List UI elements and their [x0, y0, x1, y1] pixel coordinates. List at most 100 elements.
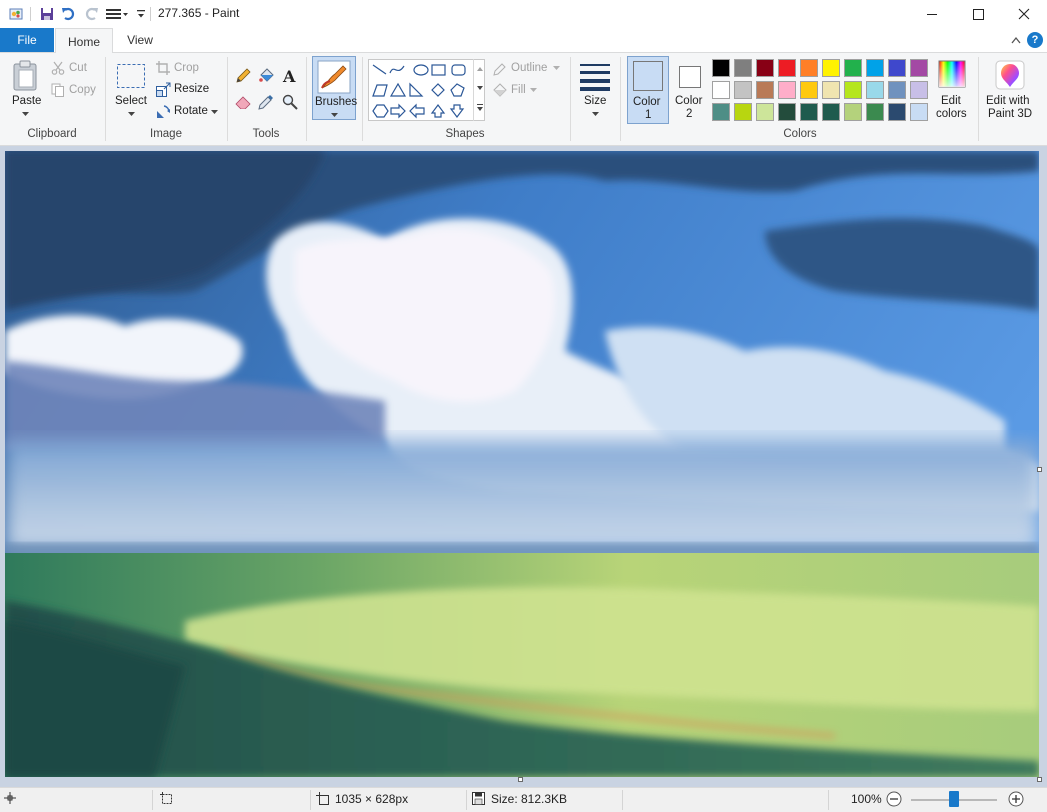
pencil-icon[interactable]	[234, 67, 252, 85]
group-separator	[978, 57, 979, 141]
palette-swatch[interactable]	[844, 59, 862, 77]
paste-button[interactable]: Paste	[12, 95, 41, 107]
brush-icon	[317, 60, 351, 94]
edit-colors-label-2[interactable]: colors	[936, 108, 967, 120]
close-button[interactable]	[1001, 0, 1047, 28]
brushes-button[interactable]: Brushes	[312, 56, 357, 120]
zoom-slider-thumb[interactable]	[949, 791, 959, 807]
tab-file[interactable]: File	[0, 28, 54, 52]
drawing-canvas[interactable]	[5, 151, 1039, 777]
palette-swatch[interactable]	[778, 103, 796, 121]
size-dropdown-icon[interactable]	[591, 110, 599, 118]
crop-button[interactable]: Crop	[174, 62, 199, 74]
palette-swatch[interactable]	[756, 103, 774, 121]
palette-swatch[interactable]	[712, 59, 730, 77]
palette-swatch[interactable]	[734, 81, 752, 99]
select-dropdown-icon[interactable]	[126, 110, 136, 118]
palette-swatch[interactable]	[844, 81, 862, 99]
magnifier-icon[interactable]	[281, 93, 299, 111]
fill-dropdown-icon[interactable]	[529, 87, 537, 93]
palette-swatch[interactable]	[910, 103, 928, 121]
canvas-resize-handle-right[interactable]	[1037, 467, 1042, 472]
color-picker-icon[interactable]	[257, 93, 275, 111]
palette-swatch[interactable]	[800, 59, 818, 77]
file-size: Size: 812.3KB	[491, 792, 568, 806]
shapes-gallery-scroll[interactable]	[473, 59, 486, 121]
collapse-ribbon-icon[interactable]	[1008, 32, 1024, 48]
palette-swatch[interactable]	[888, 59, 906, 77]
paint3d-label-1[interactable]: Edit with	[986, 95, 1029, 107]
undo-icon[interactable]	[60, 4, 78, 24]
cursor-position-icon	[4, 792, 16, 804]
canvas-resize-handle-bottom[interactable]	[518, 777, 523, 782]
zoom-in-button[interactable]	[1008, 791, 1024, 807]
size-icon[interactable]	[578, 59, 612, 93]
fill-bucket-icon[interactable]	[257, 67, 275, 85]
color1-button[interactable]: Color 1	[627, 56, 669, 124]
rotate-button[interactable]: Rotate	[174, 105, 208, 117]
help-icon[interactable]: ?	[1027, 32, 1043, 48]
rotate-dropdown-icon[interactable]	[210, 108, 218, 116]
palette-swatch[interactable]	[800, 103, 818, 121]
maximize-button[interactable]	[955, 0, 1001, 28]
eraser-icon[interactable]	[234, 93, 252, 111]
quick-access-dropdown-icon[interactable]	[134, 4, 148, 24]
text-icon[interactable]: A	[281, 67, 299, 85]
paint3d-icon[interactable]	[994, 59, 1026, 91]
divider	[828, 790, 829, 810]
tab-home[interactable]: Home	[55, 28, 113, 54]
color2-button[interactable]: Color 2	[673, 56, 707, 124]
palette-swatch[interactable]	[866, 103, 884, 121]
palette-swatch[interactable]	[822, 81, 840, 99]
color2-label: Color	[675, 95, 703, 107]
canvas-workspace[interactable]	[0, 146, 1047, 787]
fill-icon	[491, 82, 507, 98]
select-icon[interactable]	[115, 61, 147, 91]
palette-swatch[interactable]	[844, 103, 862, 121]
cut-button[interactable]: Cut	[69, 62, 87, 74]
save-icon[interactable]	[38, 4, 56, 24]
palette-swatch[interactable]	[910, 59, 928, 77]
edit-colors-icon[interactable]	[937, 59, 967, 89]
group-separator	[570, 57, 571, 141]
edit-colors-label-1[interactable]: Edit	[941, 95, 961, 107]
tab-view[interactable]: View	[114, 28, 166, 52]
minimize-button[interactable]	[909, 0, 955, 28]
redo-icon[interactable]	[82, 4, 100, 24]
palette-swatch[interactable]	[866, 59, 884, 77]
shapes-group-label: Shapes	[445, 128, 485, 140]
shapes-gallery[interactable]	[368, 59, 485, 121]
fill-button[interactable]: Fill	[511, 84, 526, 96]
size-button[interactable]: Size	[584, 95, 606, 107]
color1-number: 1	[645, 109, 652, 121]
customize-toolbar-icon[interactable]	[104, 4, 130, 24]
palette-swatch[interactable]	[778, 81, 796, 99]
palette-swatch[interactable]	[822, 103, 840, 121]
zoom-out-button[interactable]	[886, 791, 902, 807]
palette-swatch[interactable]	[778, 59, 796, 77]
paint-app-icon[interactable]	[6, 4, 26, 24]
outline-button[interactable]: Outline	[511, 62, 547, 74]
svg-text:A: A	[282, 68, 296, 84]
palette-swatch[interactable]	[910, 81, 928, 99]
palette-swatch[interactable]	[822, 59, 840, 77]
palette-swatch[interactable]	[734, 103, 752, 121]
palette-swatch[interactable]	[888, 81, 906, 99]
palette-swatch[interactable]	[888, 103, 906, 121]
select-button[interactable]: Select	[115, 95, 147, 107]
brushes-dropdown-icon[interactable]	[330, 112, 338, 118]
canvas-resize-handle-corner[interactable]	[1037, 777, 1042, 782]
outline-dropdown-icon[interactable]	[552, 65, 560, 71]
palette-swatch[interactable]	[712, 103, 730, 121]
paint3d-label-2[interactable]: Paint 3D	[988, 108, 1032, 120]
palette-swatch[interactable]	[756, 59, 774, 77]
palette-swatch[interactable]	[734, 59, 752, 77]
copy-button[interactable]: Copy	[69, 84, 96, 96]
resize-button[interactable]: Resize	[174, 83, 209, 95]
palette-swatch[interactable]	[866, 81, 884, 99]
palette-swatch[interactable]	[712, 81, 730, 99]
palette-swatch[interactable]	[800, 81, 818, 99]
paste-dropdown-icon[interactable]	[20, 110, 30, 118]
palette-swatch[interactable]	[756, 81, 774, 99]
paste-icon[interactable]	[10, 59, 42, 93]
